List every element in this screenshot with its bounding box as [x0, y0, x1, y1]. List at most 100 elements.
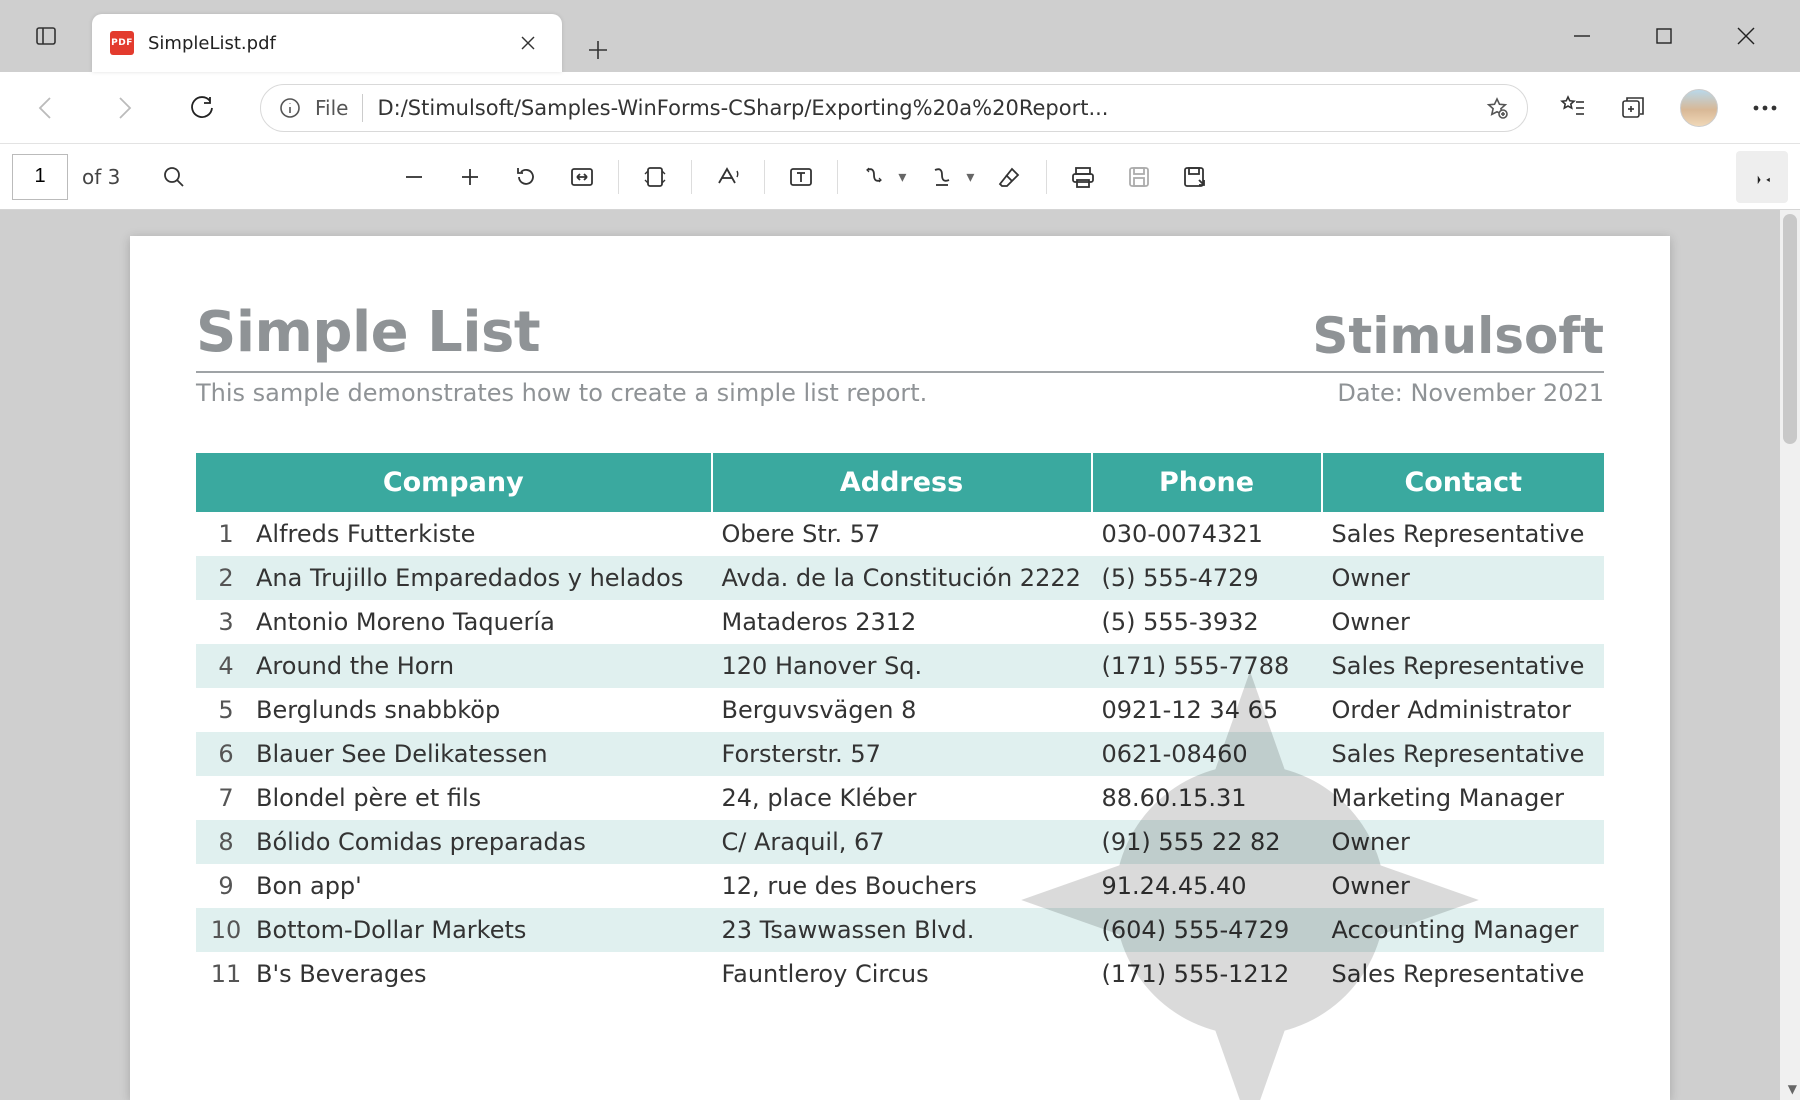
cell-address: 23 Tsawwassen Blvd. [712, 908, 1092, 952]
row-index: 6 [196, 732, 256, 776]
cell-company: Alfreds Futterkiste [256, 512, 712, 556]
chevron-down-icon[interactable]: ▾ [966, 167, 974, 186]
table-row: 5Berglunds snabbköpBerguvsvägen 80921-12… [196, 688, 1604, 732]
vertical-scrollbar[interactable]: ▼ [1780, 210, 1800, 1100]
forward-button[interactable] [100, 84, 148, 132]
cell-company: Blauer See Delikatessen [256, 732, 712, 776]
settings-menu-icon[interactable] [1752, 104, 1778, 112]
table-row: 4Around the Horn120 Hanover Sq.(171) 555… [196, 644, 1604, 688]
favorite-icon[interactable] [1485, 96, 1509, 120]
column-header: Phone [1092, 453, 1322, 512]
save-icon[interactable] [1113, 151, 1165, 203]
draw-icon[interactable] [848, 151, 900, 203]
highlight-icon[interactable] [916, 151, 968, 203]
window-titlebar: PDF SimpleList.pdf [0, 0, 1800, 72]
cell-address: Obere Str. 57 [712, 512, 1092, 556]
back-button[interactable] [22, 84, 70, 132]
cell-company: Bon app' [256, 864, 712, 908]
cell-address: C/ Araquil, 67 [712, 820, 1092, 864]
row-index: 9 [196, 864, 256, 908]
page-view-icon[interactable] [629, 151, 681, 203]
favorites-list-icon[interactable] [1558, 94, 1586, 122]
table-row: 2Ana Trujillo Emparedados y heladosAvda.… [196, 556, 1604, 600]
cell-phone: 91.24.45.40 [1092, 864, 1322, 908]
cell-phone: (91) 555 22 82 [1092, 820, 1322, 864]
report-title: Simple List [196, 300, 540, 365]
report-subtitle: This sample demonstrates how to create a… [196, 379, 927, 407]
maximize-button[interactable] [1650, 22, 1678, 50]
erase-icon[interactable] [984, 151, 1036, 203]
cell-contact: Sales Representative [1322, 644, 1604, 688]
cell-company: Bottom-Dollar Markets [256, 908, 712, 952]
cell-address: Avda. de la Constitución 2222 [712, 556, 1092, 600]
cell-contact: Marketing Manager [1322, 776, 1604, 820]
tab-actions-icon[interactable] [22, 12, 70, 60]
cell-contact: Owner [1322, 600, 1604, 644]
cell-company: B's Beverages [256, 952, 712, 996]
pdf-toolbar: of 3 ▾ ▾ [0, 144, 1800, 210]
minimize-button[interactable] [1568, 22, 1596, 50]
pdf-page: Simple List Stimulsoft This sample demon… [130, 236, 1670, 1100]
pdf-file-icon: PDF [110, 31, 134, 55]
cell-contact: Order Administrator [1322, 688, 1604, 732]
cell-phone: (171) 555-7788 [1092, 644, 1322, 688]
cell-address: Mataderos 2312 [712, 600, 1092, 644]
zoom-out-icon[interactable] [388, 151, 440, 203]
table-row: 6Blauer See DelikatessenForsterstr. 5706… [196, 732, 1604, 776]
table-row: 10Bottom-Dollar Markets23 Tsawwassen Blv… [196, 908, 1604, 952]
cell-phone: 0921-12 34 65 [1092, 688, 1322, 732]
cell-contact: Owner [1322, 820, 1604, 864]
cell-address: Berguvsvägen 8 [712, 688, 1092, 732]
cell-company: Around the Horn [256, 644, 712, 688]
new-tab-button[interactable] [576, 28, 620, 72]
fit-page-icon[interactable] [556, 151, 608, 203]
table-row: 9Bon app'12, rue des Bouchers91.24.45.40… [196, 864, 1604, 908]
scroll-down-icon[interactable]: ▼ [1788, 1082, 1797, 1096]
row-index: 11 [196, 952, 256, 996]
cell-address: 12, rue des Bouchers [712, 864, 1092, 908]
save-as-icon[interactable] [1169, 151, 1221, 203]
row-index: 8 [196, 820, 256, 864]
cell-phone: (5) 555-3932 [1092, 600, 1322, 644]
column-header: Company [196, 453, 712, 512]
row-index: 10 [196, 908, 256, 952]
zoom-in-icon[interactable] [444, 151, 496, 203]
add-text-icon[interactable] [775, 151, 827, 203]
cell-company: Blondel père et fils [256, 776, 712, 820]
page-number-input[interactable] [12, 154, 68, 200]
print-icon[interactable] [1057, 151, 1109, 203]
url-scheme: File [315, 96, 348, 120]
column-header: Address [712, 453, 1092, 512]
cell-phone: (171) 555-1212 [1092, 952, 1322, 996]
url-field[interactable]: File D:/Stimulsoft/Samples-WinForms-CSha… [260, 84, 1528, 132]
report-date: Date: November 2021 [1337, 379, 1604, 407]
close-tab-icon[interactable] [512, 27, 544, 59]
refresh-button[interactable] [178, 84, 226, 132]
cell-phone: 88.60.15.31 [1092, 776, 1322, 820]
row-index: 4 [196, 644, 256, 688]
close-window-button[interactable] [1732, 22, 1760, 50]
profile-avatar[interactable] [1680, 89, 1718, 127]
browser-tab[interactable]: PDF SimpleList.pdf [92, 14, 562, 72]
document-viewport[interactable]: Simple List Stimulsoft This sample demon… [0, 210, 1800, 1100]
pin-toolbar-icon[interactable] [1736, 151, 1788, 203]
table-row: 8Bólido Comidas preparadasC/ Araquil, 67… [196, 820, 1604, 864]
rotate-icon[interactable] [500, 151, 552, 203]
cell-contact: Sales Representative [1322, 732, 1604, 776]
collections-icon[interactable] [1620, 95, 1646, 121]
table-row: 11B's BeveragesFauntleroy Circus(171) 55… [196, 952, 1604, 996]
table-row: 1Alfreds FutterkisteObere Str. 57030-007… [196, 512, 1604, 556]
scrollbar-thumb[interactable] [1783, 214, 1797, 444]
find-icon[interactable] [148, 151, 200, 203]
read-aloud-icon[interactable] [702, 151, 754, 203]
chevron-down-icon[interactable]: ▾ [898, 167, 906, 186]
tab-title: SimpleList.pdf [148, 33, 498, 54]
cell-company: Ana Trujillo Emparedados y helados [256, 556, 712, 600]
site-info-icon[interactable] [279, 97, 301, 119]
row-index: 7 [196, 776, 256, 820]
page-count-label: of 3 [82, 165, 120, 189]
row-index: 5 [196, 688, 256, 732]
row-index: 2 [196, 556, 256, 600]
report-table: Company Address Phone Contact 1Alfreds F… [196, 453, 1604, 996]
cell-phone: 030-0074321 [1092, 512, 1322, 556]
